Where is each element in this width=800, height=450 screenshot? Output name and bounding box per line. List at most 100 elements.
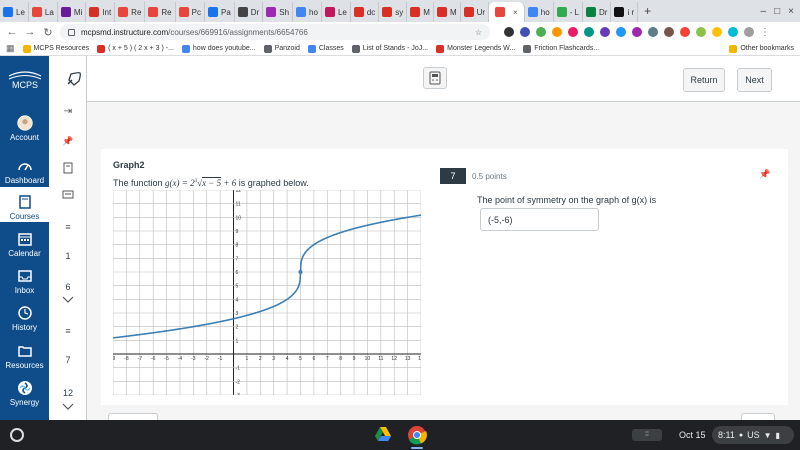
reload-icon[interactable]: ↻: [42, 26, 54, 39]
extension-icon[interactable]: [600, 27, 610, 37]
collapse-nav-icon[interactable]: ⇥: [49, 106, 87, 117]
minimize-icon[interactable]: –: [761, 6, 767, 17]
browser-tab[interactable]: M: [434, 2, 461, 22]
forward-icon[interactable]: →: [24, 26, 36, 38]
browser-tab[interactable]: ho: [525, 2, 554, 22]
x-tick-label: 4: [286, 356, 289, 362]
extension-icon[interactable]: [632, 27, 642, 37]
next-button[interactable]: Next: [737, 68, 772, 92]
extension-icon[interactable]: [696, 27, 706, 37]
bookmark-item[interactable]: how does youtube...: [181, 44, 256, 53]
bookmark-item[interactable]: Friction Flashcards...: [523, 44, 599, 53]
previous-question-button[interactable]: [108, 413, 158, 420]
extension-icon[interactable]: [536, 27, 546, 37]
browser-tab[interactable]: Int: [86, 2, 116, 22]
range-end-1: 6: [65, 282, 71, 292]
status-tray[interactable]: 8:11 ● US ▼ ▮: [712, 426, 794, 444]
back-icon[interactable]: ←: [6, 26, 18, 38]
browser-tab[interactable]: La: [29, 2, 58, 22]
extension-icon[interactable]: [584, 27, 594, 37]
pin-icon[interactable]: 📌: [759, 169, 770, 180]
extension-icon[interactable]: [680, 27, 690, 37]
browser-tab[interactable]: sy: [379, 2, 408, 22]
mcps-logo[interactable]: MCPS: [0, 68, 49, 92]
tab-active[interactable]: ×: [489, 2, 525, 22]
close-window-icon[interactable]: ×: [788, 6, 794, 17]
extension-icon[interactable]: [568, 27, 578, 37]
browser-tab[interactable]: Re: [145, 2, 176, 22]
tab-label: Re: [131, 7, 142, 17]
browser-tab[interactable]: Sh: [263, 2, 294, 22]
extension-icon[interactable]: [520, 27, 530, 37]
bookmark-item[interactable]: MCPS Resources: [22, 44, 89, 53]
google-drive-icon[interactable]: [374, 426, 392, 442]
apps-icon[interactable]: ▦: [6, 43, 15, 54]
bookmark-item[interactable]: Classes: [307, 44, 344, 53]
chrome-icon[interactable]: [407, 425, 427, 445]
browser-tab[interactable]: Dr: [583, 2, 612, 22]
return-button[interactable]: Return: [683, 68, 725, 92]
nav-item-resources[interactable]: Resources: [0, 336, 49, 371]
browser-tab[interactable]: ho: [293, 2, 322, 22]
browser-tab[interactable]: dc: [351, 2, 380, 22]
chevron-down-icon[interactable]: [49, 296, 87, 306]
browser-tab[interactable]: Mi: [58, 2, 87, 22]
nav-item-dashboard[interactable]: Dashboard: [0, 151, 49, 186]
url-input[interactable]: mcpsmd.instructure.com/courses/669916/as…: [60, 24, 490, 40]
nav-item-courses[interactable]: Courses: [0, 187, 49, 222]
bookmark-label: ( x + 5 ) ( 2 x + 3 ) -...: [108, 45, 174, 52]
locale-label: US: [747, 430, 760, 440]
browser-tab[interactable]: Pa: [205, 2, 235, 22]
browser-tab[interactable]: Re: [115, 2, 146, 22]
x-tick-label: -5: [164, 356, 169, 362]
bookmark-item[interactable]: Monster Legends W...: [436, 44, 515, 53]
maximize-icon[interactable]: □: [774, 6, 780, 17]
list-icon[interactable]: ≡: [49, 222, 87, 232]
extension-icon[interactable]: [664, 27, 674, 37]
bookmark-item[interactable]: Panzoid: [263, 44, 300, 53]
launcher-icon[interactable]: [10, 428, 24, 442]
next-question-button[interactable]: [741, 413, 775, 420]
extension-icon[interactable]: [552, 27, 562, 37]
page-icon[interactable]: [49, 162, 87, 176]
browser-tab[interactable]: Ur: [461, 2, 490, 22]
date-label[interactable]: Oct 15: [679, 430, 706, 440]
star-icon[interactable]: ☆: [475, 28, 482, 37]
nav-item-synergy[interactable]: Synergy: [0, 373, 49, 408]
extension-icon[interactable]: [616, 27, 626, 37]
list-icon[interactable]: ≡: [49, 326, 87, 336]
chevron-down-icon[interactable]: [49, 403, 87, 413]
bookmark-item[interactable]: List of Stands - JoJ...: [351, 44, 428, 53]
nav-item-history[interactable]: History: [0, 298, 49, 333]
rocket-icon[interactable]: [65, 71, 83, 87]
extension-icon[interactable]: [504, 27, 514, 37]
y-tick-label: -3: [236, 393, 241, 395]
bookmark-item[interactable]: ( x + 5 ) ( 2 x + 3 ) -...: [97, 44, 174, 53]
close-tab-icon[interactable]: ×: [513, 8, 518, 17]
menu-icon[interactable]: ⋮: [760, 27, 770, 38]
nav-item-inbox[interactable]: Inbox: [0, 261, 49, 296]
browser-tab[interactable]: Le: [322, 2, 351, 22]
new-tab-icon[interactable]: +: [638, 4, 657, 18]
question-prompt: The function g(x) = 23√x − 5 + 6 is grap…: [113, 178, 309, 188]
browser-tab[interactable]: Le: [0, 2, 29, 22]
tab-favicon-icon: [353, 7, 364, 17]
browser-tab[interactable]: M: [407, 2, 434, 22]
extension-icon[interactable]: [712, 27, 722, 37]
browser-tab[interactable]: - L: [554, 2, 584, 22]
profile-icon[interactable]: [744, 27, 754, 37]
keyboard-icon[interactable]: [49, 190, 87, 202]
y-tick-label: 8: [236, 243, 239, 249]
pin-icon[interactable]: 📌: [49, 136, 87, 147]
extension-icon[interactable]: [728, 27, 738, 37]
answer-input[interactable]: (-5,-6): [480, 208, 599, 231]
browser-tab[interactable]: Pc: [176, 2, 205, 22]
browser-tab[interactable]: i r: [611, 2, 639, 22]
nav-item-account[interactable]: Account: [0, 113, 49, 150]
browser-tab[interactable]: Dr: [235, 2, 264, 22]
calculator-button[interactable]: [423, 67, 447, 89]
stylus-icon[interactable]: ∶∶: [632, 429, 662, 441]
other-bookmarks[interactable]: Other bookmarks: [729, 44, 794, 53]
extension-icon[interactable]: [648, 27, 658, 37]
nav-item-calendar[interactable]: Calendar: [0, 224, 49, 259]
